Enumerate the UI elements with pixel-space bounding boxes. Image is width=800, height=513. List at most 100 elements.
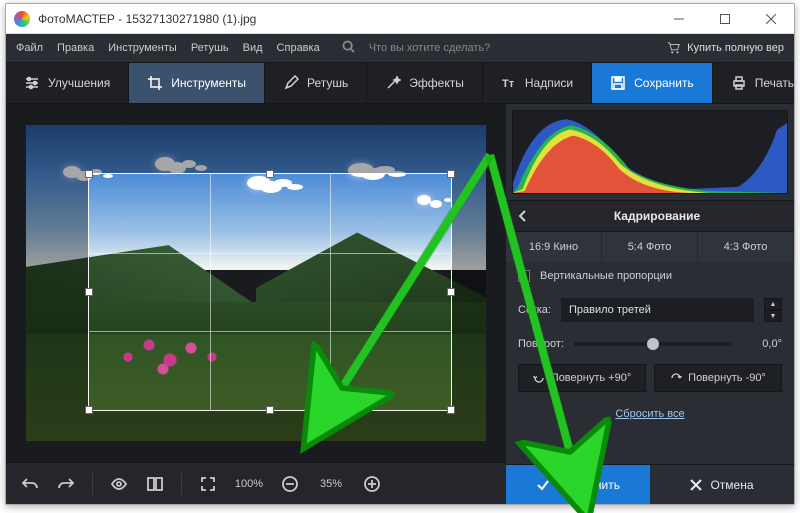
crop-icon: [147, 75, 163, 91]
cancel-button[interactable]: Отмена: [650, 465, 794, 504]
svg-text:Tт: Tт: [502, 78, 515, 90]
grid-select-value: Правило третей: [569, 304, 651, 316]
redo-button[interactable]: [52, 470, 80, 498]
search-icon: [342, 40, 355, 56]
save-button-label: Сохранить: [634, 76, 694, 90]
crop-handle-mr[interactable]: [447, 288, 455, 296]
photo: [26, 125, 486, 441]
window-controls: [656, 4, 794, 34]
vertical-proportions-row: Вертикальные пропорции: [506, 262, 794, 290]
preview-toggle-button[interactable]: [105, 470, 133, 498]
print-button[interactable]: Печать: [713, 63, 795, 103]
cart-icon: [667, 41, 681, 55]
print-button-label: Печать: [755, 76, 794, 90]
title-bar: ФотоМАСТЕР - 15327130271980 (1).jpg: [6, 4, 794, 34]
grid-label: Сетка:: [518, 304, 551, 316]
menu-help[interactable]: Справка: [277, 42, 320, 54]
grid-step-up[interactable]: ▲: [764, 298, 782, 310]
zoom-fit-label[interactable]: 100%: [230, 478, 268, 490]
rotation-slider-thumb[interactable]: [647, 338, 659, 350]
tab-improvements-label: Улучшения: [48, 76, 110, 90]
rotate-plus-90-label: Повернуть +90°: [551, 372, 631, 384]
compare-button[interactable]: [141, 470, 169, 498]
rotate-plus-90-button[interactable]: Повернуть +90°: [518, 364, 646, 392]
fit-icon: [199, 475, 217, 493]
cancel-button-label: Отмена: [710, 478, 753, 492]
undo-icon: [21, 475, 39, 493]
print-icon: [731, 75, 747, 91]
grid-select[interactable]: Правило третей: [561, 298, 754, 322]
maximize-button[interactable]: [702, 4, 748, 34]
grid-row: Сетка: Правило третей ▲ ▼: [506, 290, 794, 330]
text-icon: Tт: [501, 75, 517, 91]
tab-effects-label: Эффекты: [409, 76, 464, 90]
crop-handle-br[interactable]: [447, 406, 455, 414]
rotation-label: Поворот:: [518, 338, 564, 350]
vertical-proportions-checkbox[interactable]: [518, 270, 530, 282]
menu-bar: Файл Правка Инструменты Ретушь Вид Справ…: [6, 34, 794, 62]
window-title: ФотоМАСТЕР - 15327130271980 (1).jpg: [38, 12, 656, 26]
close-button[interactable]: [748, 4, 794, 34]
search-input[interactable]: Что вы хотите сделать?: [369, 42, 491, 54]
tab-effects[interactable]: Эффекты: [367, 63, 483, 103]
app-window: ФотоМАСТЕР - 15327130271980 (1).jpg Файл…: [5, 3, 795, 505]
reset-all-link[interactable]: Сбросить все: [506, 398, 794, 430]
wand-icon: [385, 75, 401, 91]
sliders-icon: [24, 75, 40, 91]
menu-retouch[interactable]: Ретушь: [191, 42, 229, 54]
save-button[interactable]: Сохранить: [592, 63, 713, 103]
buy-full-label: Купить полную вер: [687, 42, 784, 54]
histogram: [512, 110, 788, 194]
menu-file[interactable]: Файл: [16, 42, 43, 54]
tab-improvements[interactable]: Улучшения: [6, 63, 129, 103]
tab-tools[interactable]: Инструменты: [129, 63, 265, 103]
zoom-in-button[interactable]: [358, 470, 386, 498]
apply-button-label: Применить: [558, 478, 620, 492]
crop-frame[interactable]: [88, 173, 452, 411]
fit-screen-button[interactable]: [194, 470, 222, 498]
rotation-slider[interactable]: [574, 342, 732, 346]
plus-icon: [363, 475, 381, 493]
menu-view[interactable]: Вид: [243, 42, 263, 54]
app-icon: [14, 11, 30, 27]
rotation-row: Поворот: 0,0°: [506, 330, 794, 358]
grid-stepper: ▲ ▼: [764, 298, 782, 322]
tab-tools-label: Инструменты: [171, 76, 246, 90]
minus-icon: [281, 475, 299, 493]
tab-captions-label: Надписи: [525, 76, 573, 90]
save-icon: [610, 75, 626, 91]
redo-icon: [57, 475, 75, 493]
rotate-minus-90-button[interactable]: Повернуть -90°: [654, 364, 782, 392]
crop-handle-bl[interactable]: [85, 406, 93, 414]
vertical-proportions-label: Вертикальные пропорции: [540, 270, 672, 282]
menu-tools[interactable]: Инструменты: [108, 42, 177, 54]
aspect-43[interactable]: 4:3 Фото: [698, 232, 794, 262]
apply-button[interactable]: Применить: [506, 465, 650, 504]
tab-captions[interactable]: Tт Надписи: [483, 63, 592, 103]
crop-handle-tm[interactable]: [266, 170, 274, 178]
bottom-toolbar: 100% 35%: [6, 462, 506, 504]
rotate-cw-icon: [533, 372, 545, 384]
rotate-buttons-row: Повернуть +90° Повернуть -90°: [506, 358, 794, 398]
right-panel: Кадрирование 16:9 Кино 5:4 Фото 4:3 Фото…: [506, 104, 794, 504]
tab-retouch[interactable]: Ретушь: [265, 63, 367, 103]
undo-button[interactable]: [16, 470, 44, 498]
rotate-ccw-icon: [670, 372, 682, 384]
menu-edit[interactable]: Правка: [57, 42, 94, 54]
action-row: Применить Отмена: [506, 464, 794, 504]
canvas-viewport[interactable]: [6, 104, 506, 462]
zoom-current-label: 35%: [312, 478, 350, 490]
crop-handle-ml[interactable]: [85, 288, 93, 296]
crop-handle-tl[interactable]: [85, 170, 93, 178]
back-icon[interactable]: [516, 209, 530, 223]
grid-step-down[interactable]: ▼: [764, 310, 782, 322]
buy-full-version-button[interactable]: Купить полную вер: [667, 41, 784, 55]
check-icon: [536, 478, 550, 492]
crop-handle-bm[interactable]: [266, 406, 274, 414]
aspect-54[interactable]: 5:4 Фото: [602, 232, 698, 262]
crop-handle-tr[interactable]: [447, 170, 455, 178]
minimize-button[interactable]: [656, 4, 702, 34]
rotate-minus-90-label: Повернуть -90°: [688, 372, 766, 384]
zoom-out-button[interactable]: [276, 470, 304, 498]
aspect-169[interactable]: 16:9 Кино: [506, 232, 602, 262]
